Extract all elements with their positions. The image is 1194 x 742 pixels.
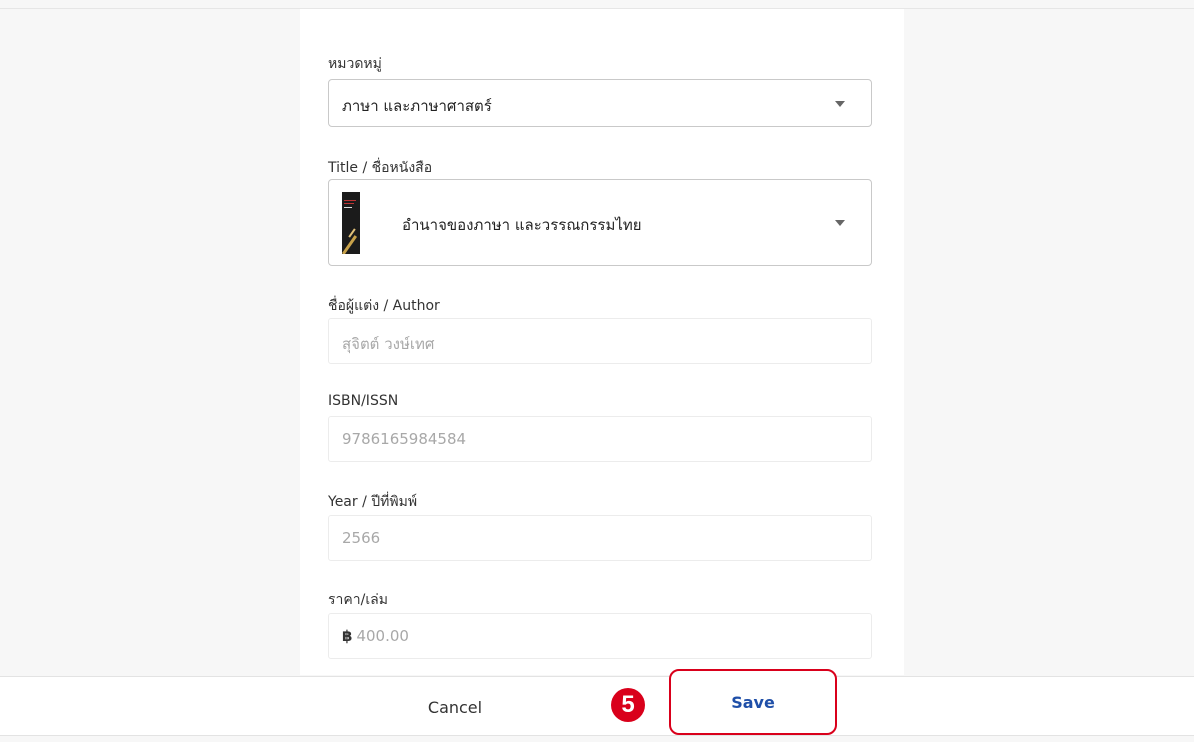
category-select-value: ภาษา และภาษาศาสตร์ — [342, 97, 492, 115]
author-label: ชื่อผู้แต่ง / Author — [328, 298, 440, 314]
price-label: ราคา/เล่ม — [328, 592, 388, 608]
price-field-value: ฿ 400.00 — [342, 627, 409, 645]
cancel-button[interactable]: Cancel — [405, 693, 505, 721]
year-field-placeholder: 2566 — [342, 529, 381, 547]
category-select[interactable]: ภาษา และภาษาศาสตร์ — [328, 79, 872, 127]
price-placeholder: 400.00 — [356, 627, 409, 645]
baht-currency-icon: ฿ — [342, 627, 353, 645]
year-label: Year / ปีที่พิมพ์ — [328, 494, 418, 510]
price-field[interactable]: ฿ 400.00 — [328, 613, 872, 659]
book-cover-thumbnail — [342, 192, 360, 254]
title-label: Title / ชื่อหนังสือ — [328, 160, 433, 176]
save-button[interactable]: Save — [669, 669, 837, 735]
step-number-badge: 5 — [611, 688, 645, 722]
year-field[interactable]: 2566 — [328, 515, 872, 561]
form-action-bar: Cancel 5 Save — [0, 669, 1194, 735]
title-select-value: อำนาจของภาษา และวรรณกรรมไทย — [402, 216, 642, 234]
bottom-divider — [0, 735, 1194, 736]
isbn-field-placeholder: 9786165984584 — [342, 430, 467, 448]
caret-down-icon — [835, 220, 845, 226]
caret-down-icon — [835, 101, 845, 107]
title-select[interactable]: อำนาจของภาษา และวรรณกรรมไทย — [328, 179, 872, 266]
author-field[interactable]: สุจิตต์ วงษ์เทศ — [328, 318, 872, 364]
isbn-field[interactable]: 9786165984584 — [328, 416, 872, 462]
isbn-label: ISBN/ISSN — [328, 393, 399, 409]
category-label: หมวดหมู่ — [328, 56, 382, 72]
author-field-placeholder: สุจิตต์ วงษ์เทศ — [342, 335, 435, 353]
add-book-form: หมวดหมู่ ภาษา และภาษาศาสตร์ Title / ชื่อ… — [300, 9, 904, 675]
